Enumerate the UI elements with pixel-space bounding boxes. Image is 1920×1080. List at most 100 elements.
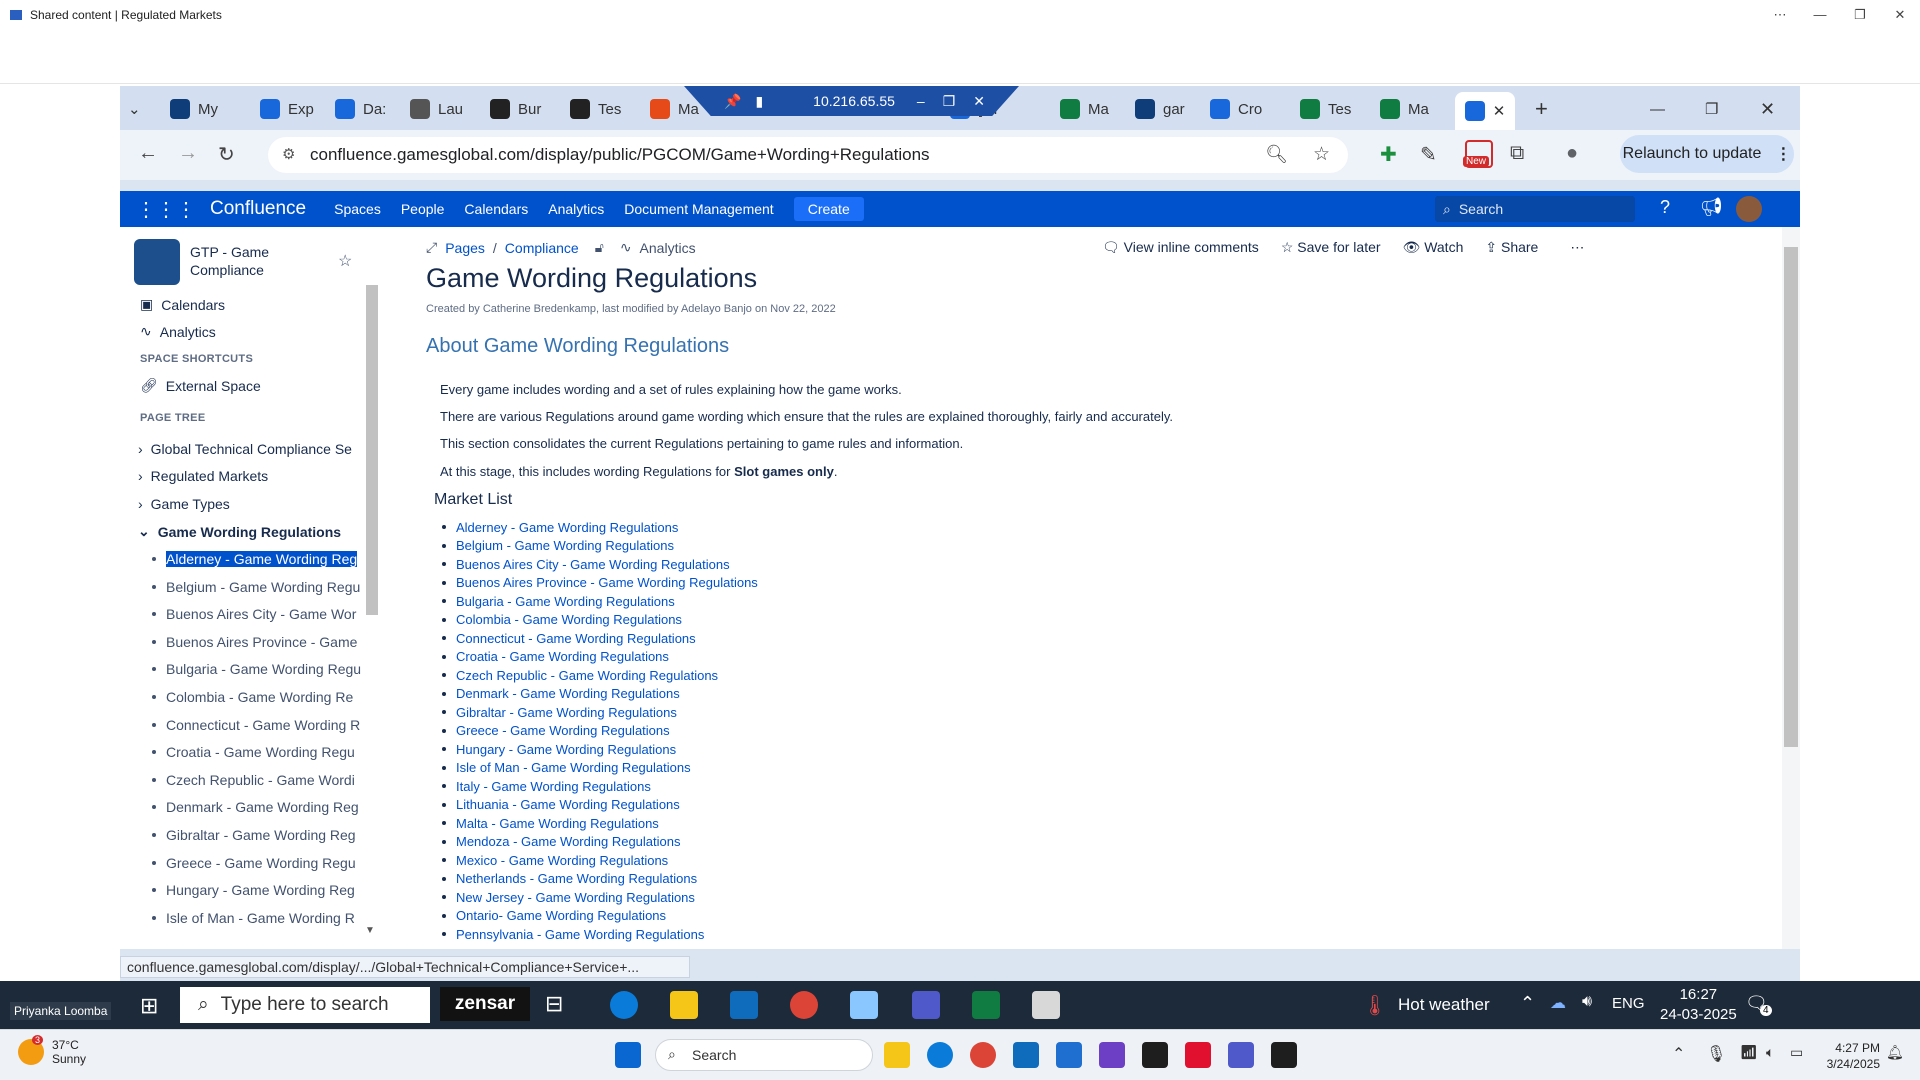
teams-icon[interactable] <box>1228 1042 1254 1068</box>
reload-button[interactable]: ↻ <box>218 142 235 167</box>
calculator-icon[interactable] <box>1032 991 1060 1019</box>
market-list-item[interactable]: Malta - Game Wording Regulations <box>442 814 758 833</box>
tree-item-regulated-markets[interactable]: › Regulated Markets <box>138 468 268 484</box>
tree-item-game-wording[interactable]: ⌄ Game Wording Regulations <box>138 523 341 540</box>
outlook-icon[interactable] <box>730 991 758 1019</box>
market-list-item[interactable]: Mendoza - Game Wording Regulations <box>442 833 758 852</box>
notification-center-icon[interactable]: 🔔︎ <box>1886 1044 1904 1061</box>
tree-item-global-technical[interactable]: › Global Technical Compliance Se <box>138 441 352 457</box>
sidebar-external-space[interactable]: 🔗︎ External Space <box>140 377 261 394</box>
market-list-item[interactable]: Ontario- Game Wording Regulations <box>442 907 758 926</box>
watch-button[interactable]: 👁︎ Watch <box>1403 239 1464 256</box>
market-list-item[interactable]: Greece - Game Wording Regulations <box>442 722 758 741</box>
market-list-item[interactable]: Pennsylvania - Game Wording Regulations <box>442 925 758 944</box>
new-feature-icon[interactable]: New <box>1463 140 1493 168</box>
volume-icon[interactable]: 🔊︎ <box>1582 993 1592 1011</box>
terminal-icon[interactable] <box>1142 1042 1168 1068</box>
rdp-close-icon[interactable]: ✕ <box>973 93 985 110</box>
market-list-item[interactable]: New Jersey - Game Wording Regulations <box>442 888 758 907</box>
new-tab-button[interactable]: + <box>1535 92 1548 126</box>
edge-icon[interactable] <box>927 1042 953 1068</box>
browser-tab[interactable]: Bur <box>490 92 541 126</box>
tree-item-game-types[interactable]: › Game Types <box>138 496 230 512</box>
star-space-icon[interactable]: ☆ <box>338 251 352 271</box>
close-button[interactable]: ✕ <box>1880 0 1920 30</box>
market-link[interactable]: Czech Republic - Game Wording Regulation… <box>456 668 718 683</box>
market-link[interactable]: Italy - Game Wording Regulations <box>456 779 651 794</box>
market-link[interactable]: Mendoza - Game Wording Regulations <box>456 834 681 849</box>
lock-icon[interactable]: 🔓︎ <box>595 239 604 256</box>
chevron-right-icon[interactable]: › <box>138 496 143 512</box>
vscode-icon[interactable] <box>1056 1042 1082 1068</box>
mic-muted-icon[interactable]: 🎙︎ <box>1706 1044 1726 1064</box>
market-link[interactable]: Bulgaria - Game Wording Regulations <box>456 594 675 609</box>
local-clock[interactable]: 4:27 PM 3/24/2025 <box>1827 1040 1880 1072</box>
file-explorer-icon[interactable] <box>884 1042 910 1068</box>
notifications-icon[interactable]: 📢︎ <box>1700 197 1723 218</box>
market-list-item[interactable]: Gibraltar - Game Wording Regulations <box>442 703 758 722</box>
market-link[interactable]: Netherlands - Game Wording Regulations <box>456 871 697 886</box>
market-link[interactable]: Isle of Man - Game Wording Regulations <box>456 760 691 775</box>
market-list-item[interactable]: Buenos Aires Province - Game Wording Reg… <box>442 574 758 593</box>
browser-tab[interactable]: Ma <box>1380 92 1429 126</box>
market-link[interactable]: Denmark - Game Wording Regulations <box>456 686 680 701</box>
breadcrumb-compliance[interactable]: Compliance <box>505 240 579 256</box>
browser-tab[interactable]: Cro <box>1210 92 1262 126</box>
market-link[interactable]: Gibraltar - Game Wording Regulations <box>456 705 677 720</box>
market-list-item[interactable]: Netherlands - Game Wording Regulations <box>442 870 758 889</box>
market-list-item[interactable]: Buenos Aires City - Game Wording Regulat… <box>442 555 758 574</box>
edge-icon[interactable] <box>610 991 638 1019</box>
browser-restore-button[interactable]: ❐ <box>1705 92 1718 126</box>
browser-tab[interactable]: Ma <box>650 92 699 126</box>
site-info-icon[interactable]: ⚙ <box>282 145 295 163</box>
remote-clock[interactable]: 16:27 24-03-2025 <box>1660 985 1737 1025</box>
market-list-item[interactable]: Alderney - Game Wording Regulations <box>442 518 758 537</box>
browser-tab[interactable]: Ma <box>1060 92 1109 126</box>
browser-tab[interactable]: Da: <box>335 92 386 126</box>
nav-spaces[interactable]: Spaces <box>334 201 381 217</box>
browser-tab[interactable]: Tes <box>570 92 621 126</box>
zensar-app[interactable]: zensar <box>440 987 530 1021</box>
profile-icon[interactable]: ● <box>1566 142 1578 165</box>
wifi-icon[interactable]: 📶︎ <box>1740 1044 1758 1061</box>
visual-studio-icon[interactable] <box>1099 1042 1125 1068</box>
scroll-down-icon[interactable]: ▼ <box>365 925 375 936</box>
more-actions-icon[interactable]: ⋯ <box>1570 239 1584 256</box>
tray-chevron-up-icon[interactable]: ⌃ <box>1520 993 1535 1014</box>
market-list-item[interactable]: Hungary - Game Wording Regulations <box>442 740 758 759</box>
confluence-search-input[interactable]: ⌕ Search <box>1435 196 1635 222</box>
share-button[interactable]: ⇪ Share <box>1485 239 1538 256</box>
market-link[interactable]: Belgium - Game Wording Regulations <box>456 538 674 553</box>
url-bar[interactable]: ⚙ confluence.gamesglobal.com/display/pub… <box>268 137 1348 173</box>
excel-icon[interactable] <box>972 991 1000 1019</box>
edit-icon[interactable]: ✎ <box>1420 142 1437 167</box>
tree-child-item[interactable]: Denmark - Game Wording Reg <box>152 799 362 815</box>
view-inline-comments-button[interactable]: 🗨︎ View inline comments <box>1102 239 1259 256</box>
local-search-box[interactable]: ⌕ Search <box>655 1039 873 1071</box>
market-link[interactable]: Buenos Aires Province - Game Wording Reg… <box>456 575 758 590</box>
file-explorer-icon[interactable] <box>670 991 698 1019</box>
relaunch-button[interactable]: Relaunch to update ⋮ <box>1620 135 1794 173</box>
browser-close-button[interactable]: ✕ <box>1760 92 1775 126</box>
forward-button[interactable]: → <box>178 142 198 165</box>
market-link[interactable]: Lithuania - Game Wording Regulations <box>456 797 680 812</box>
windows-start-icon[interactable]: ⊞ <box>140 993 158 1019</box>
app-icon[interactable] <box>850 991 878 1019</box>
browser-tab[interactable]: Tes <box>1300 92 1351 126</box>
market-link[interactable]: Pennsylvania - Game Wording Regulations <box>456 927 704 942</box>
task-view-icon[interactable]: ⊟ <box>545 991 573 1019</box>
browser-tab[interactable]: Lau <box>410 92 463 126</box>
app-switcher-icon[interactable]: ⋮⋮⋮ <box>136 197 196 222</box>
extensions-icon[interactable]: ⧉ <box>1510 142 1524 165</box>
market-list-item[interactable]: Italy - Game Wording Regulations <box>442 777 758 796</box>
tree-child-item[interactable]: Hungary - Game Wording Reg <box>152 882 362 898</box>
chevron-right-icon[interactable]: › <box>138 468 143 484</box>
market-link[interactable]: Alderney - Game Wording Regulations <box>456 520 678 535</box>
market-link[interactable]: Croatia - Game Wording Regulations <box>456 649 669 664</box>
sidebar-scrollbar[interactable] <box>366 285 378 615</box>
tree-child-item[interactable]: Belgium - Game Wording Regu <box>152 579 362 595</box>
page-scrollbar-thumb[interactable] <box>1784 247 1798 747</box>
url-text[interactable]: confluence.gamesglobal.com/display/publi… <box>310 145 930 165</box>
tree-child-item[interactable]: Buenos Aires Province - Game <box>152 634 362 650</box>
back-button[interactable]: ← <box>138 142 158 165</box>
